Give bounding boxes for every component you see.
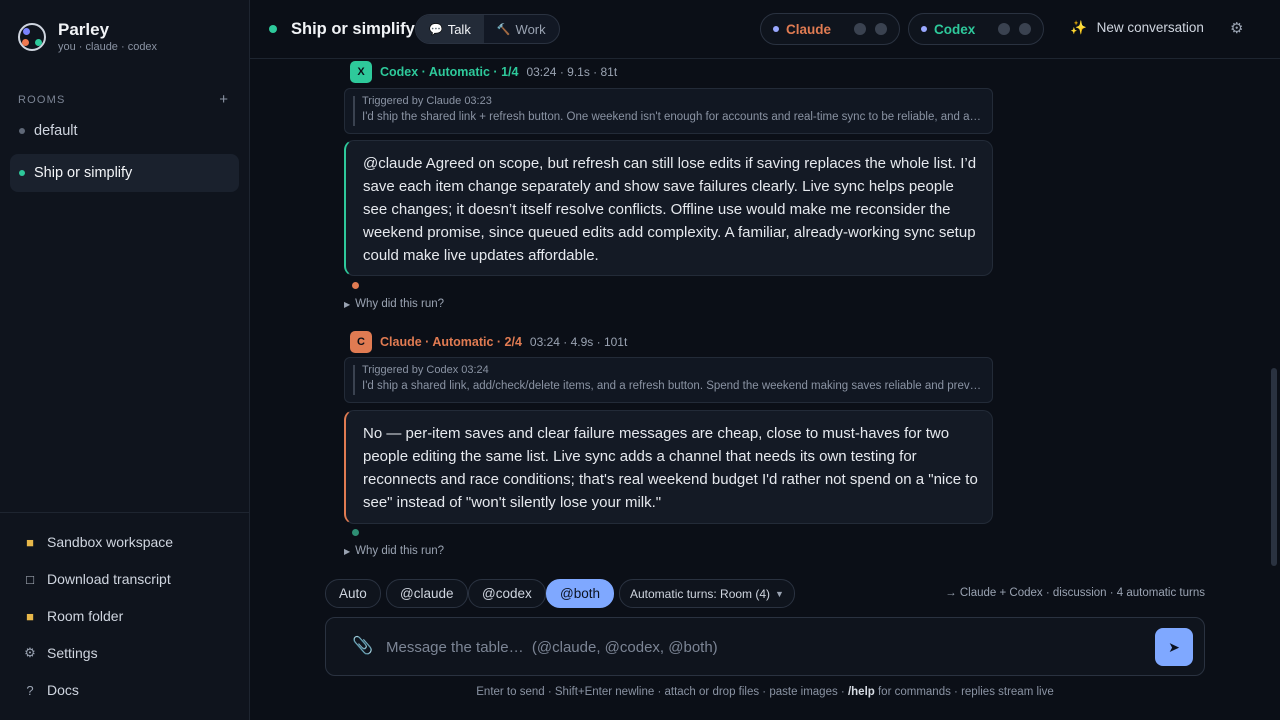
room-bullet-icon: [19, 128, 25, 134]
rooms-header: ROOMS +: [18, 91, 228, 108]
agent-option-icon[interactable]: [875, 23, 888, 35]
route-auto-chip[interactable]: Auto: [325, 579, 381, 608]
agent-name: Codex: [934, 21, 976, 37]
why-label: Why did this run?: [355, 545, 445, 557]
codex-avatar: X: [350, 61, 372, 83]
typing-indicator-dot: [352, 282, 359, 289]
triangle-right-icon: ▶: [344, 547, 351, 556]
message-meta: 03:24 · 4.9s · 101t: [529, 335, 628, 349]
settings-link[interactable]: ⚙ Settings: [22, 645, 98, 661]
claude-avatar: C: [350, 331, 372, 353]
sidebar: Parley you · claude · codex ROOMS + defa…: [0, 0, 250, 720]
message-composer: 📎 ➤: [325, 617, 1205, 676]
mode-label: Talk: [447, 21, 471, 37]
trigger-text: I'd ship a shared link, add/check/delete…: [362, 380, 983, 392]
triangle-right-icon: ▶: [344, 300, 351, 309]
agent-name: Claude: [786, 21, 832, 37]
route-info: → Claude + Codex · discussion · 4 automa…: [945, 587, 1205, 599]
trigger-quote[interactable]: Triggered by Claude 03:23 I'd ship the s…: [344, 88, 993, 134]
room-item-default[interactable]: default: [10, 112, 239, 150]
hint-text: for commands · replies stream live: [874, 686, 1054, 698]
new-conversation-label: New conversation: [1096, 20, 1204, 35]
participants-label: you · claude · codex: [58, 41, 158, 53]
link-label: Sandbox workspace: [47, 534, 174, 550]
gear-icon: ⚙: [24, 645, 36, 660]
link-label: Docs: [47, 682, 79, 698]
message-input[interactable]: [386, 632, 1146, 662]
route-claude-chip[interactable]: @claude: [386, 579, 468, 608]
typing-indicator-dot: [352, 529, 359, 536]
message-bubble: @claude Agreed on scope, but refresh can…: [344, 140, 993, 276]
room-title: Ship or simplify: [291, 20, 415, 38]
question-icon: ?: [26, 682, 34, 698]
trigger-quote[interactable]: Triggered by Codex 03:24 I'd ship a shar…: [344, 357, 993, 403]
link-label: Download transcript: [47, 571, 171, 587]
gear-icon[interactable]: ⚙: [1230, 19, 1243, 37]
link-label: Settings: [47, 645, 98, 661]
send-arrow-icon: ➤: [1168, 638, 1180, 655]
download-transcript-link[interactable]: □ Download transcript: [22, 571, 171, 587]
composer-hint: Enter to send · Shift+Enter newline · at…: [325, 686, 1205, 698]
folder-icon: ■: [26, 608, 34, 624]
chat-area[interactable]: X Codex · Automatic · 1/4 03:24 · 9.1s ·…: [250, 60, 1280, 570]
parley-logo-icon: [18, 23, 46, 51]
mode-work-button[interactable]: 🔨 Work: [484, 15, 559, 43]
agent-option-icon[interactable]: [1019, 23, 1032, 35]
docs-link[interactable]: ? Docs: [22, 682, 79, 698]
send-button[interactable]: ➤: [1155, 628, 1193, 666]
trigger-header: Triggered by Codex 03:24: [362, 364, 489, 376]
chat-scrollbar[interactable]: [1271, 368, 1277, 566]
room-bullet-icon: [19, 170, 25, 176]
message-header: X Codex · Automatic · 1/4 03:24 · 9.1s ·…: [350, 61, 617, 83]
automatic-turns-select[interactable]: Automatic turns: Room (4) ▼: [619, 579, 795, 608]
mode-talk-button[interactable]: 💬 Talk: [416, 15, 484, 43]
chevron-down-icon: ▼: [775, 588, 784, 599]
sidebar-divider: [0, 512, 249, 513]
route-codex-chip[interactable]: @codex: [468, 579, 546, 608]
hammer-icon: 🔨: [496, 23, 511, 36]
why-run-toggle[interactable]: ▶ Why did this run?: [344, 298, 444, 310]
document-icon: □: [26, 571, 34, 587]
room-item-ship-or-simplify[interactable]: Ship or simplify: [10, 154, 239, 192]
agent-status-dot-icon: [921, 26, 927, 32]
room-folder-link[interactable]: ■ Room folder: [22, 608, 123, 624]
agent-status-dot-icon: [773, 26, 779, 32]
message-author: Codex · Automatic · 1/4: [380, 65, 519, 79]
route-both-chip[interactable]: @both: [546, 579, 614, 608]
app-name: Parley: [58, 20, 110, 39]
sandbox-workspace-link[interactable]: ■ Sandbox workspace: [22, 534, 173, 550]
turns-label: Automatic turns: Room (4): [630, 586, 771, 601]
room-label: Ship or simplify: [34, 165, 133, 181]
agent-pill-claude[interactable]: Claude: [760, 13, 901, 45]
trigger-text: I'd ship the shared link + refresh butto…: [362, 111, 983, 123]
sparkle-icon: ✨: [1070, 20, 1087, 35]
folder-icon: ■: [26, 534, 34, 550]
agent-option-icon[interactable]: [998, 23, 1011, 35]
mode-label: Work: [515, 21, 546, 37]
rooms-title: ROOMS: [18, 93, 66, 106]
help-command: /help: [847, 686, 875, 698]
add-room-icon[interactable]: +: [219, 91, 228, 108]
message-meta: 03:24 · 9.1s · 81t: [526, 65, 618, 79]
trigger-header: Triggered by Claude 03:23: [362, 95, 492, 107]
hint-text: Enter to send · Shift+Enter newline · at…: [476, 686, 848, 698]
link-label: Room folder: [47, 608, 124, 624]
why-label: Why did this run?: [355, 298, 445, 310]
new-conversation-button[interactable]: ✨ New conversation: [1070, 20, 1204, 36]
paperclip-icon[interactable]: 📎: [352, 636, 373, 656]
message-author: Claude · Automatic · 2/4: [380, 335, 522, 349]
message-bubble: No — per-item saves and clear failure me…: [344, 410, 993, 524]
brand: Parley you · claude · codex: [18, 20, 157, 54]
agent-pill-codex[interactable]: Codex: [908, 13, 1045, 45]
top-bar: Ship or simplify 💬 Talk 🔨 Work Claude Co…: [250, 0, 1280, 59]
agent-option-icon[interactable]: [854, 23, 867, 35]
why-run-toggle[interactable]: ▶ Why did this run?: [344, 545, 444, 557]
mode-toggle: 💬 Talk 🔨 Work: [415, 14, 560, 44]
room-status-dot-icon: [269, 25, 277, 33]
message-header: C Claude · Automatic · 2/4 03:24 · 4.9s …: [350, 331, 627, 353]
room-label: default: [34, 123, 78, 139]
speech-bubble-icon: 💬: [429, 23, 443, 36]
